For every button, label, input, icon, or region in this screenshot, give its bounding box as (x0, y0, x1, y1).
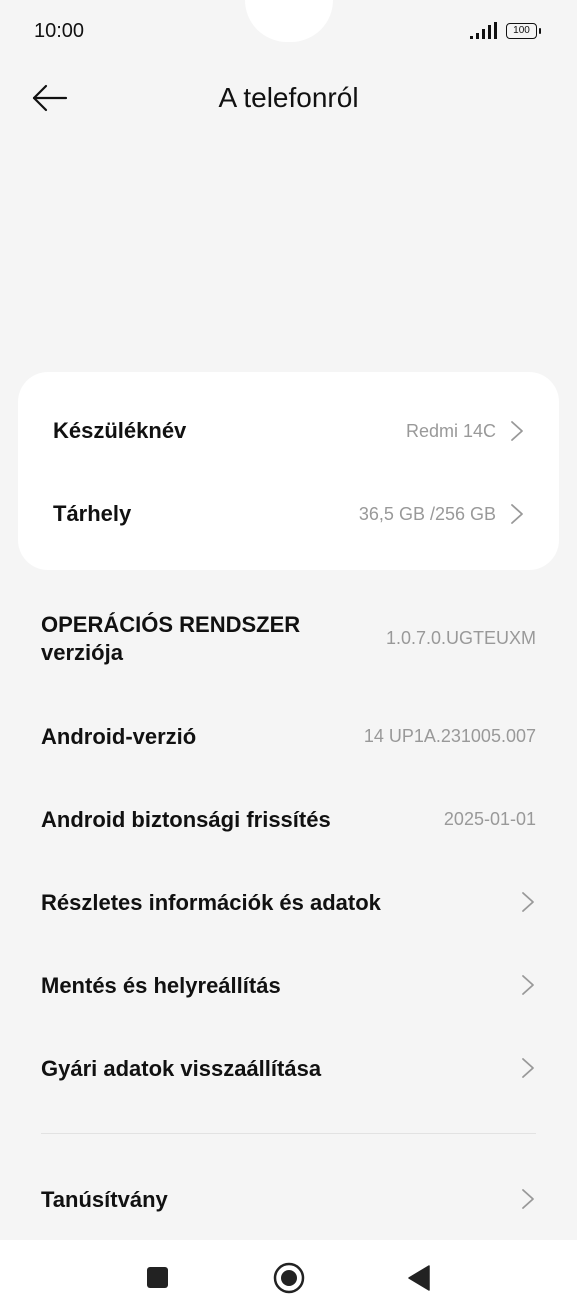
chevron-right-icon (522, 1189, 534, 1209)
nav-back-button[interactable] (389, 1254, 449, 1302)
storage-row[interactable]: Tárhely 36,5 GB /256 GB (18, 473, 559, 555)
security-patch-value: 2025-01-01 (443, 809, 536, 829)
factory-reset-row[interactable]: Gyári adatok visszaállítása (0, 1027, 577, 1110)
os-version-value: 1.0.7.0.UGTEUXM (385, 628, 536, 648)
chevron-right-icon (511, 504, 523, 524)
battery-icon: 100 (506, 23, 542, 39)
battery-level: 100 (506, 23, 537, 39)
security-patch-row: Android biztonsági frissítés 2025-01-01 (0, 778, 577, 861)
triangle-back-icon (408, 1265, 430, 1291)
chevron-right-icon (522, 1058, 534, 1078)
signal-icon (470, 22, 497, 39)
backup-label: Mentés és helyreállítás (41, 973, 281, 998)
certification-label: Tanúsítvány (41, 1187, 168, 1212)
app-header: A telefonról (0, 64, 577, 134)
square-recents-icon (147, 1267, 168, 1288)
chevron-right-icon (522, 892, 534, 912)
page-title: A telefonról (218, 82, 359, 113)
factory-reset-label: Gyári adatok visszaállítása (41, 1056, 322, 1081)
android-version-label: Android-verzió (41, 724, 197, 749)
chevron-right-icon (522, 975, 534, 995)
section-divider (41, 1133, 536, 1134)
device-card: Készüléknév Redmi 14C Tárhely 36,5 GB /2… (18, 372, 559, 570)
android-version-value: 14 UP1A.231005.007 (363, 726, 536, 746)
device-name-label: Készüléknév (53, 418, 187, 443)
chevron-right-icon (511, 421, 523, 441)
device-name-row[interactable]: Készüléknév Redmi 14C (18, 390, 559, 472)
details-row[interactable]: Részletes információk és adatok (0, 861, 577, 944)
battery-tip (539, 28, 541, 34)
recents-button[interactable] (128, 1254, 188, 1302)
security-patch-label: Android biztonsági frissítés (41, 807, 331, 832)
backup-row[interactable]: Mentés és helyreállítás (0, 944, 577, 1027)
status-bar: 10:00 100 (0, 0, 577, 64)
certification-row[interactable]: Tanúsítvány (0, 1158, 577, 1241)
status-time: 10:00 (34, 20, 85, 42)
details-label: Részletes információk és adatok (41, 890, 381, 915)
navigation-bar (0, 1240, 577, 1316)
android-version-row: Android-verzió 14 UP1A.231005.007 (0, 695, 577, 778)
storage-label: Tárhely (53, 501, 132, 526)
storage-value: 36,5 GB /256 GB (358, 504, 496, 524)
device-name-value: Redmi 14C (405, 421, 496, 441)
home-button[interactable] (259, 1254, 319, 1302)
circle-home-icon (273, 1262, 305, 1294)
os-version-row: OPERÁCIÓS RENDSZER verziója 1.0.7.0.UGTE… (0, 597, 577, 680)
os-version-label: OPERÁCIÓS RENDSZER verziója (41, 612, 301, 665)
